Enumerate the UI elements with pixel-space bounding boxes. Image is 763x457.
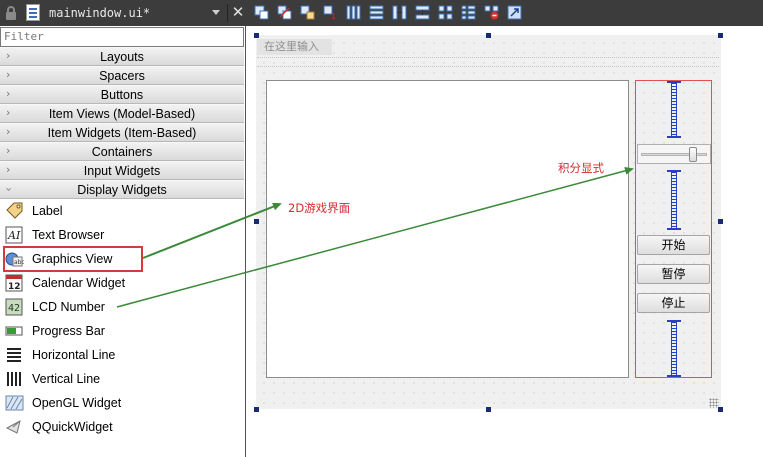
qquickwidget-icon — [5, 420, 21, 434]
edit-signals-icon[interactable] — [277, 5, 292, 20]
toolbar-area-divider — [257, 66, 719, 67]
category-buttons[interactable]: › Buttons — [0, 85, 244, 104]
pause-button[interactable]: 暂停 — [637, 264, 710, 284]
widget-item-horizontal-line[interactable]: Horizontal Line — [0, 343, 244, 367]
resize-handle[interactable] — [486, 33, 491, 38]
vertical-spacer-bottom[interactable] — [667, 320, 681, 377]
resize-handle[interactable] — [718, 33, 723, 38]
slider-groove — [641, 153, 707, 156]
editor-toolbar: mainwindow.ui* ✕ 1 — [0, 0, 763, 26]
widget-item-qquickwidget[interactable]: QQuickWidget — [0, 415, 244, 439]
svg-text:12: 12 — [8, 282, 21, 292]
menu-placeholder[interactable]: 在这里输入 — [257, 39, 332, 55]
file-title[interactable]: mainwindow.ui* — [49, 6, 150, 20]
toolbar-divider — [227, 4, 228, 22]
ui-file-icon — [26, 4, 40, 21]
widget-item-label[interactable]: Label — [0, 199, 244, 223]
layout-vertical-icon[interactable] — [369, 5, 384, 20]
category-item-widgets[interactable]: › Item Widgets (Item-Based) — [0, 123, 244, 142]
category-display-widgets[interactable]: › Display Widgets — [0, 180, 244, 199]
svg-text:AI: AI — [7, 229, 21, 242]
vertical-spacer-middle[interactable] — [667, 170, 681, 230]
layout-grid-icon[interactable] — [438, 5, 453, 20]
graphics-view-widget[interactable] — [266, 80, 629, 378]
close-icon[interactable]: ✕ — [231, 3, 245, 21]
category-layouts[interactable]: › Layouts — [0, 47, 244, 66]
svg-text:1: 1 — [331, 12, 336, 20]
resize-handle[interactable] — [254, 33, 259, 38]
slider-thumb[interactable] — [689, 147, 697, 162]
horizontal-slider[interactable] — [637, 144, 711, 164]
category-input-widgets[interactable]: › Input Widgets — [0, 161, 244, 180]
widget-item-progress-bar[interactable]: Progress Bar — [0, 319, 244, 343]
category-item-views[interactable]: › Item Views (Model-Based) — [0, 104, 244, 123]
annotation-game-area: 2D游戏界面 — [288, 201, 351, 215]
resize-handle[interactable] — [254, 219, 259, 224]
start-button[interactable]: 开始 — [637, 235, 710, 255]
chevron-down-icon[interactable] — [212, 10, 220, 15]
text-browser-icon: AI — [5, 226, 23, 244]
svg-text:42: 42 — [8, 303, 20, 314]
calendar-icon: 12 — [5, 274, 23, 292]
widget-item-vertical-line[interactable]: Vertical Line — [0, 367, 244, 391]
break-layout-icon[interactable] — [484, 5, 499, 20]
vertical-spacer-top[interactable] — [667, 81, 681, 138]
layout-form-icon[interactable] — [461, 5, 476, 20]
annotation-score: 积分显式 — [558, 161, 604, 175]
resize-handle[interactable] — [254, 407, 259, 412]
widget-item-calendar[interactable]: 12 Calendar Widget — [0, 271, 244, 295]
adjust-size-icon[interactable] — [507, 5, 522, 20]
layout-horizontal-icon[interactable] — [346, 5, 361, 20]
opengl-icon — [5, 395, 24, 411]
lock-icon[interactable] — [5, 6, 17, 20]
horizontal-line-icon — [7, 348, 21, 362]
edit-taborder-icon[interactable]: 1 — [323, 5, 338, 20]
filter-input[interactable]: Filter — [0, 27, 244, 47]
resize-handle[interactable] — [486, 407, 491, 412]
edit-buddies-icon[interactable] — [300, 5, 315, 20]
vertical-line-icon — [7, 372, 21, 386]
lcd-number-icon: 42 — [5, 298, 23, 316]
stop-button[interactable]: 停止 — [637, 293, 710, 313]
resize-handle[interactable] — [718, 219, 723, 224]
layout-hsplitter-icon[interactable] — [392, 5, 407, 20]
category-spacers[interactable]: › Spacers — [0, 66, 244, 85]
widget-item-text-browser[interactable]: AI Text Browser — [0, 223, 244, 247]
widget-item-lcd-number[interactable]: 42 LCD Number — [0, 295, 244, 319]
size-grip-icon[interactable] — [709, 398, 719, 408]
menubar-divider — [257, 57, 719, 58]
category-containers[interactable]: › Containers — [0, 142, 244, 161]
progress-bar-icon — [5, 326, 23, 336]
graphics-view-highlight — [3, 246, 143, 272]
layout-vsplitter-icon[interactable] — [415, 5, 430, 20]
edit-widgets-icon[interactable] — [254, 5, 269, 20]
widget-box: Filter › Layouts › Spacers › Buttons › Item … — [0, 26, 246, 457]
label-icon — [6, 202, 23, 219]
widget-item-opengl[interactable]: OpenGL Widget — [0, 391, 244, 415]
